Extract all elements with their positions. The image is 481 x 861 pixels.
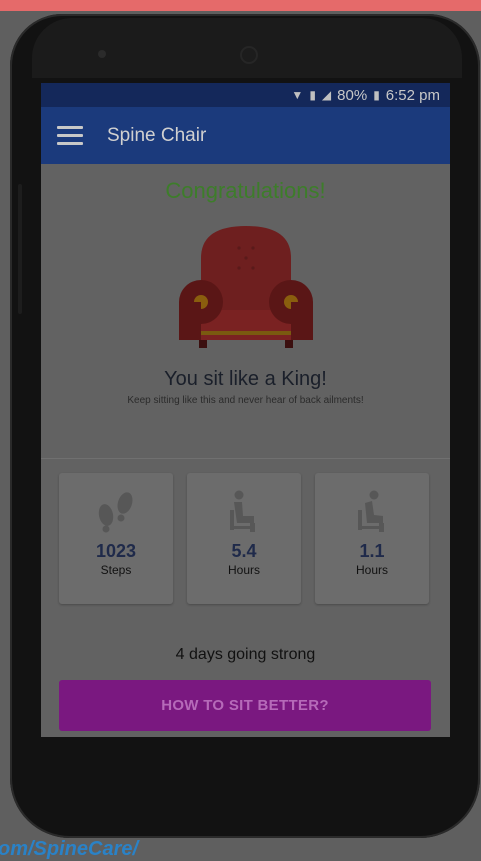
clock: 6:52 pm [385, 86, 440, 104]
sitting-hours-unit: Hours [227, 563, 260, 577]
armchair-icon [178, 226, 313, 348]
slouching-hours-card[interactable]: 1.1 Hours [315, 473, 429, 604]
status-bar: ▼ ▮ ◢ 80% ▮ 6:52 pm [41, 83, 450, 107]
slouching-person-icon [358, 490, 384, 532]
stats-row: 1023 Steps 5.4 Hours 1.1 Hours [59, 473, 431, 604]
sim-icon: ▮ [309, 88, 316, 102]
earpiece-dot [98, 50, 106, 58]
volume-button [18, 184, 22, 314]
battery-icon: ▮ [373, 88, 380, 102]
sitting-hours-card[interactable]: 5.4 Hours [187, 473, 301, 604]
menu-icon[interactable] [57, 126, 83, 145]
slouching-hours-value: 1.1 [359, 541, 385, 561]
wifi-icon: ▼ [291, 88, 304, 102]
slouching-hours-unit: Hours [355, 563, 388, 577]
main-content: Congratulations! You sit like a King! Ke… [41, 178, 450, 737]
streak-text: 4 days going strong [175, 646, 316, 663]
app-screen: ▼ ▮ ◢ 80% ▮ 6:52 pm Spine Chair Congratu… [41, 83, 450, 737]
app-bar: Spine Chair [41, 107, 450, 164]
footprints-icon [98, 492, 133, 533]
steps-card[interactable]: 1023 Steps [59, 473, 173, 604]
battery-percent: 80% [337, 86, 368, 104]
sitting-hours-value: 5.4 [231, 541, 257, 561]
top-edge-strip [0, 0, 481, 11]
how-to-sit-better-button[interactable]: HOW TO SIT BETTER? [59, 680, 431, 731]
congrats-title: Congratulations! [165, 178, 326, 203]
app-title: Spine Chair [107, 124, 207, 146]
section-divider [41, 458, 450, 459]
signal-icon: ◢ [321, 88, 332, 102]
steps-value: 1023 [95, 541, 137, 561]
sitting-person-icon [230, 490, 255, 532]
result-headline: You sit like a King! [164, 368, 327, 390]
front-camera [240, 46, 258, 64]
steps-unit: Steps [100, 563, 132, 577]
url-caption: om/SpineCare/ [0, 838, 139, 860]
result-subline: Keep sitting like this and never hear of… [127, 395, 364, 406]
